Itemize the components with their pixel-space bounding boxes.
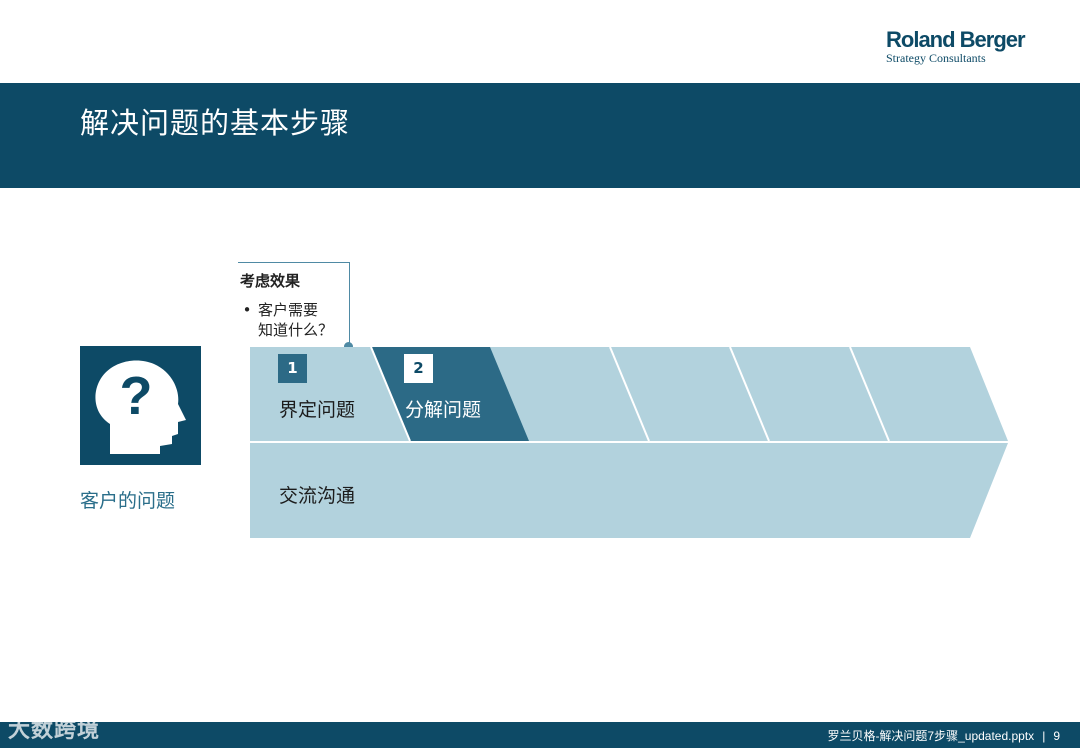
step-2-label: 分解问题 bbox=[405, 399, 482, 421]
step-1-label: 界定问题 bbox=[279, 399, 356, 421]
communication-label: 交流沟通 bbox=[279, 485, 356, 507]
step-1-number: 1 bbox=[278, 354, 307, 383]
footer-filename: 罗兰贝格-解决问题7步骤_updated.pptx bbox=[827, 729, 1035, 743]
steps-diagram bbox=[250, 346, 1008, 538]
step-2-number: 2 bbox=[404, 354, 433, 383]
communication-band bbox=[250, 443, 1008, 538]
footer-separator: | bbox=[1042, 729, 1046, 743]
footer-info: 罗兰贝格-解决问题7步骤_updated.pptx | 9 bbox=[827, 727, 1060, 744]
watermark: 大数跨境 bbox=[8, 718, 101, 743]
page-number: 9 bbox=[1053, 729, 1060, 743]
